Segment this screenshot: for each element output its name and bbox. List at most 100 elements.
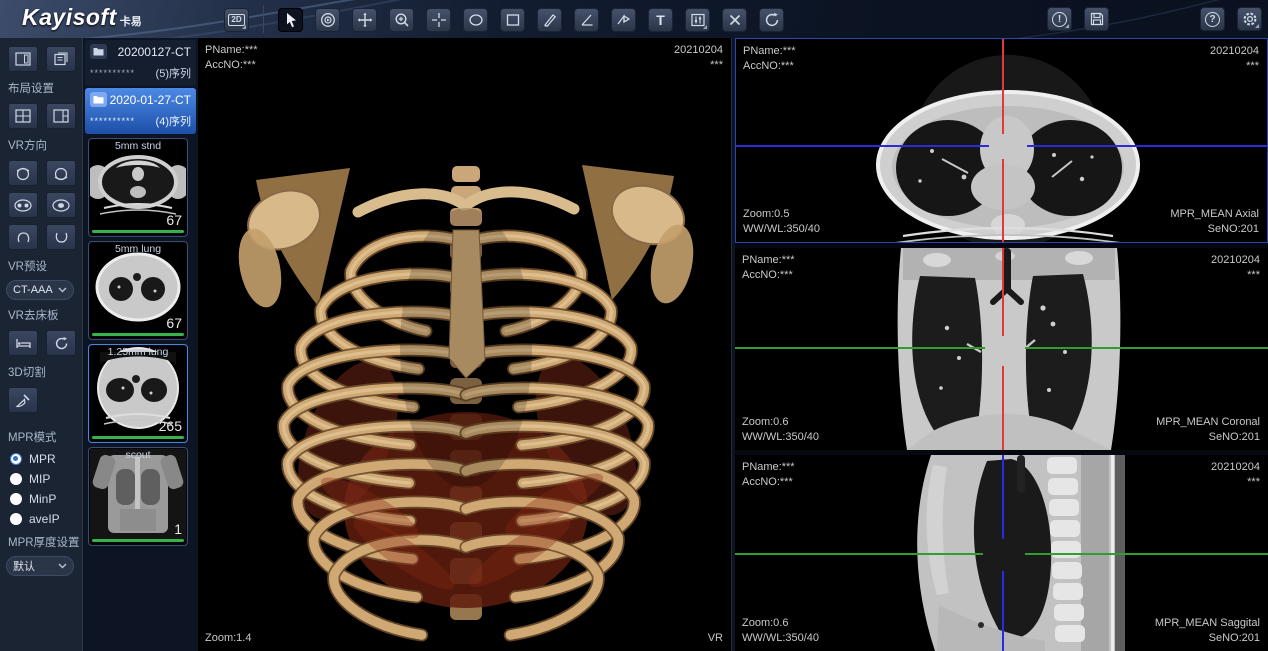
layout-grid-button[interactable] bbox=[8, 103, 38, 129]
settings-button[interactable] bbox=[1237, 7, 1262, 31]
help-button[interactable]: ? bbox=[1200, 7, 1225, 31]
vr-anterior-button[interactable] bbox=[8, 160, 38, 186]
cut-3d-label: 3D切割 bbox=[0, 359, 82, 384]
thumbnail-1-25mm-lung-selected[interactable]: 1.25mm lung 265 bbox=[88, 344, 188, 443]
coronal-patient-overlay: PName:*** AccNO:*** bbox=[742, 253, 795, 283]
gear-icon bbox=[1242, 11, 1258, 27]
window-level-button[interactable] bbox=[685, 8, 710, 32]
left-sidebar: 布局设置 VR方向 bbox=[0, 38, 83, 651]
scalpel-icon bbox=[15, 393, 31, 408]
delete-annotation-button[interactable] bbox=[722, 8, 747, 32]
main-toolbar: 2D bbox=[224, 7, 784, 33]
series-panel: 20200127-CT ********** (5)序列 2020-01-27-… bbox=[83, 38, 198, 651]
ellipse-roi-button[interactable] bbox=[463, 8, 488, 32]
window-level-icon bbox=[690, 12, 706, 28]
layout-single-button[interactable] bbox=[8, 46, 38, 72]
axial-crosshair-vertical[interactable] bbox=[1002, 159, 1004, 242]
study-item-1[interactable]: 20200127-CT ********** (5)序列 bbox=[85, 40, 196, 86]
radio-checked-icon bbox=[10, 453, 22, 465]
radio-icon bbox=[10, 493, 22, 505]
crosshair-button[interactable] bbox=[426, 8, 451, 32]
mpr-thickness-value: 默认 bbox=[13, 558, 35, 574]
zoom-button[interactable] bbox=[389, 8, 414, 32]
folder-open-icon bbox=[90, 92, 107, 107]
axial-crosshair-horizontal[interactable] bbox=[1027, 145, 1267, 147]
coronal-crosshair-horizontal[interactable] bbox=[1025, 347, 1268, 349]
layout-report-button[interactable] bbox=[46, 46, 76, 72]
cursor-button[interactable] bbox=[278, 8, 303, 32]
vr-preset-value: CT-AAA bbox=[13, 284, 53, 296]
vr-superior-button[interactable] bbox=[8, 224, 38, 250]
vr-left-button[interactable] bbox=[8, 192, 38, 218]
sagittal-crosshair-vertical[interactable] bbox=[1002, 571, 1004, 651]
layout-settings-label: 布局设置 bbox=[0, 75, 82, 100]
settings-toolbar: ? bbox=[1200, 7, 1262, 31]
ellipse-icon bbox=[468, 12, 484, 28]
thumbnail-5mm-stnd[interactable]: 5mm stnd 67 bbox=[88, 138, 188, 237]
export-save-button[interactable] bbox=[1084, 7, 1109, 31]
vr-inferior-button[interactable] bbox=[46, 224, 76, 250]
viewport-axial[interactable]: PName:*** AccNO:*** 20210204 *** Zoom:0.… bbox=[735, 38, 1268, 243]
sagittal-crosshair-horizontal[interactable] bbox=[735, 553, 983, 555]
text-annotation-button[interactable]: T bbox=[648, 8, 673, 32]
pan-button[interactable] bbox=[352, 8, 377, 32]
delete-x-icon bbox=[727, 12, 743, 28]
coronal-crosshair-vertical[interactable] bbox=[1002, 366, 1004, 450]
vr-patient-overlay: PName:*** AccNO:*** bbox=[205, 43, 258, 73]
help-icon: ? bbox=[1205, 12, 1220, 27]
text-tool-icon: T bbox=[656, 13, 665, 27]
scalpel-button[interactable] bbox=[8, 387, 38, 413]
mpr-thickness-select[interactable]: 默认 bbox=[6, 556, 74, 576]
coronal-crosshair-vertical[interactable] bbox=[1002, 248, 1004, 336]
thumbnail-list: 5mm stnd 67 5mm lung 67 bbox=[88, 138, 193, 550]
thumbnail-5mm-lung[interactable]: 5mm lung 67 bbox=[88, 241, 188, 340]
mpr-mode-option-minp[interactable]: MinP bbox=[0, 489, 82, 509]
coronal-crosshair-horizontal[interactable] bbox=[735, 347, 985, 349]
coronal-study-overlay: 20210204 *** bbox=[1211, 253, 1260, 283]
axial-crosshair-vertical[interactable] bbox=[1002, 39, 1004, 134]
vr-rendering bbox=[198, 38, 731, 651]
layout-report-icon bbox=[53, 52, 69, 66]
pencil-measure-button[interactable] bbox=[537, 8, 562, 32]
pan-icon bbox=[357, 12, 373, 28]
angle-measure-button[interactable] bbox=[574, 8, 599, 32]
head-inferior-icon bbox=[54, 230, 69, 245]
coronal-zoom-overlay: Zoom:0.6 WW/WL:350/40 bbox=[742, 415, 819, 445]
vr-study-overlay: 20210204 *** bbox=[674, 43, 723, 73]
layout-split-button[interactable] bbox=[46, 103, 76, 129]
mpr-mode-option-mip[interactable]: MIP bbox=[0, 469, 82, 489]
reset-icon bbox=[764, 12, 780, 28]
vr-preset-select[interactable]: CT-AAA bbox=[6, 280, 74, 300]
remove-bed-button[interactable] bbox=[8, 330, 38, 356]
mpr-mode-option-aveip[interactable]: aveIP bbox=[0, 509, 82, 529]
series-load-progress bbox=[92, 230, 184, 233]
sagittal-crosshair-vertical[interactable] bbox=[1002, 455, 1004, 539]
mpr-mode-option-mpr[interactable]: MPR bbox=[0, 449, 82, 469]
axial-type-overlay: MPR_MEAN Axial SeNO:201 bbox=[1170, 207, 1259, 237]
axial-crosshair-horizontal[interactable] bbox=[736, 145, 989, 147]
viewport-vr[interactable]: PName:*** AccNO:*** 20210204 *** Zoom:1.… bbox=[198, 38, 731, 651]
rectangle-icon bbox=[505, 12, 521, 28]
viewport-sagittal[interactable]: PName:*** AccNO:*** 20210204 *** Zoom:0.… bbox=[735, 455, 1268, 651]
vr-right-button[interactable] bbox=[46, 192, 76, 218]
view-2d-button[interactable]: 2D bbox=[224, 8, 249, 32]
mpr-thickness-label: MPR厚度设置 bbox=[0, 529, 82, 554]
vr-posterior-button[interactable] bbox=[46, 160, 76, 186]
viewport-coronal[interactable]: PName:*** AccNO:*** 20210204 *** Zoom:0.… bbox=[735, 248, 1268, 450]
cobb-angle-button[interactable] bbox=[611, 8, 636, 32]
rect-roi-button[interactable] bbox=[500, 8, 525, 32]
sagittal-type-overlay: MPR_MEAN Saggital SeNO:201 bbox=[1155, 616, 1260, 646]
info-button[interactable]: ! bbox=[1047, 7, 1072, 31]
thumbnail-image bbox=[90, 449, 186, 539]
restore-bed-button[interactable] bbox=[46, 330, 76, 356]
angle-icon bbox=[579, 12, 595, 28]
sagittal-crosshair-horizontal[interactable] bbox=[1025, 553, 1268, 555]
topbar: Kayisoft 卡易 2D bbox=[0, 0, 1268, 38]
chevron-down-icon bbox=[58, 563, 67, 569]
reset-view-button[interactable] bbox=[759, 8, 784, 32]
stack-scroll-button[interactable] bbox=[315, 8, 340, 32]
sagittal-zoom-overlay: Zoom:0.6 WW/WL:350/40 bbox=[742, 616, 819, 646]
vr-zoom-overlay: Zoom:1.4 bbox=[205, 631, 251, 646]
study-item-2-selected[interactable]: 2020-01-27-CT ********** (4)序列 bbox=[85, 88, 196, 134]
thumbnail-scout[interactable]: scout 1 bbox=[88, 447, 188, 546]
